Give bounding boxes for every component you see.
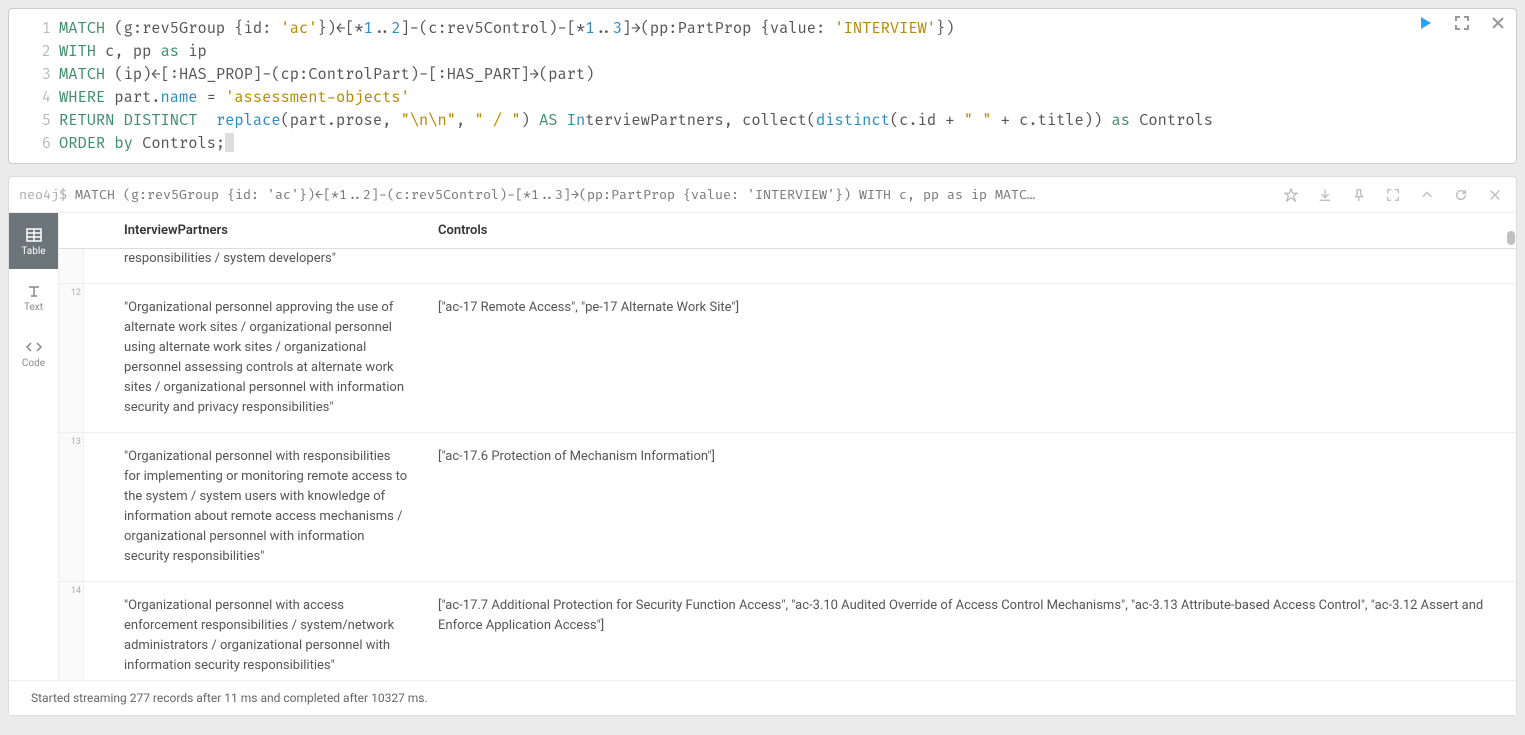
tab-code[interactable]: Code (9, 325, 58, 381)
prompt-label: neo4j$ (19, 187, 67, 203)
row-number: 14 (59, 582, 84, 680)
column-header-controls[interactable]: Controls (424, 213, 1516, 248)
query-editor-panel: 1 2 3 4 5 6 MATCH (g:rev5Group {id: 'ac'… (8, 8, 1517, 164)
cell-interviewpartners: "Organizational personnel with responsib… (84, 433, 424, 581)
result-query-text: MATCH (g:rev5Group {id: 'ac'})←[*1..2]-(… (75, 187, 1276, 203)
result-header: neo4j$ MATCH (g:rev5Group {id: 'ac'})←[*… (9, 177, 1516, 213)
run-query-button[interactable] (1418, 15, 1434, 31)
row-number (59, 249, 84, 283)
column-header-interviewpartners[interactable]: InterviewPartners (84, 213, 424, 248)
query-editor[interactable]: MATCH (g:rev5Group {id: 'ac'})←[*1..2]-(… (59, 13, 1516, 159)
tab-text-label: Text (24, 302, 43, 313)
tab-table[interactable]: Table (9, 213, 58, 269)
tab-table-label: Table (21, 246, 45, 257)
close-editor-button[interactable] (1490, 15, 1506, 31)
table-row: responsibilities / system developers" (59, 249, 1516, 284)
cell-controls: ["ac-17.7 Additional Protection for Secu… (424, 582, 1516, 680)
download-icon[interactable] (1318, 188, 1332, 202)
result-view-tabs: Table Text Code (9, 213, 59, 680)
expand-editor-button[interactable] (1454, 15, 1470, 31)
scrollbar-thumb[interactable] (1507, 231, 1515, 245)
table-row: 14 "Organizational personnel with access… (59, 582, 1516, 680)
cell-interviewpartners: "Organizational personnel with access en… (84, 582, 424, 680)
cell-interviewpartners: "Organizational personnel approving the … (84, 284, 424, 432)
result-table: InterviewPartners Controls responsibilit… (59, 213, 1516, 680)
table-row: 12 "Organizational personnel approving t… (59, 284, 1516, 433)
expand-result-icon[interactable] (1386, 188, 1400, 202)
pin-icon[interactable] (1352, 188, 1366, 202)
table-body[interactable]: responsibilities / system developers" 12… (59, 249, 1516, 680)
cell-interviewpartners: responsibilities / system developers" (84, 249, 424, 283)
tab-code-label: Code (22, 358, 45, 369)
table-header-row: InterviewPartners Controls (59, 213, 1516, 249)
cell-controls: ["ac-17.6 Protection of Mechanism Inform… (424, 433, 1516, 581)
row-number: 12 (59, 284, 84, 432)
close-result-icon[interactable] (1488, 188, 1502, 202)
editor-actions (1418, 15, 1506, 31)
collapse-up-icon[interactable] (1420, 188, 1434, 202)
rerun-icon[interactable] (1454, 188, 1468, 202)
table-row: 13 "Organizational personnel with respon… (59, 433, 1516, 582)
result-panel: neo4j$ MATCH (g:rev5Group {id: 'ac'})←[*… (8, 176, 1517, 716)
row-number: 13 (59, 433, 84, 581)
cell-controls: ["ac-17 Remote Access", "pe-17 Alternate… (424, 284, 1516, 432)
status-bar: Started streaming 277 records after 11 m… (9, 680, 1516, 715)
favorite-icon[interactable] (1284, 188, 1298, 202)
tab-text[interactable]: Text (9, 269, 58, 325)
editor-gutter: 1 2 3 4 5 6 (9, 13, 59, 159)
cell-controls (424, 249, 1516, 283)
